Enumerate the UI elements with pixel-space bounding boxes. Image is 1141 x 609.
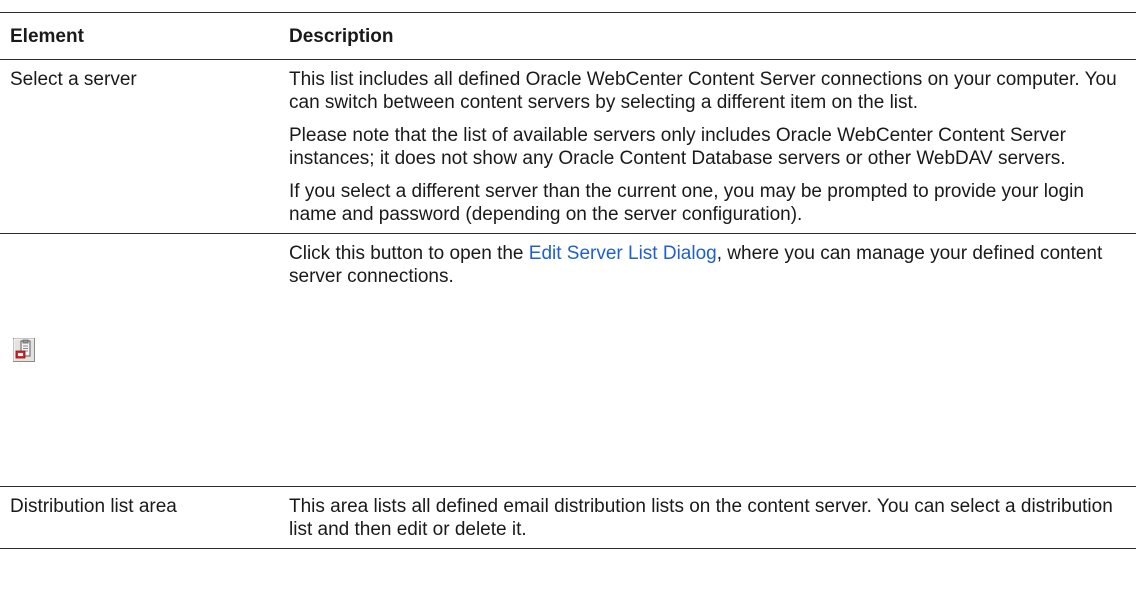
element-cell: Distribution list area <box>0 486 279 549</box>
table-row: Distribution list area This area lists a… <box>0 486 1136 549</box>
table-header-row: Element Description <box>0 12 1136 60</box>
edit-server-list-icon[interactable] <box>13 338 35 362</box>
element-description-table: Element Description Select a server This… <box>0 12 1136 549</box>
description-cell: Click this button to open the Edit Serve… <box>279 233 1136 487</box>
description-paragraph: If you select a different server than th… <box>289 181 1084 225</box>
element-cell: Select a server <box>0 59 279 234</box>
table-row: Select a server This list includes all d… <box>0 59 1136 234</box>
column-header-element: Element <box>0 12 279 60</box>
edit-server-list-dialog-link[interactable]: Edit Server List Dialog <box>529 243 717 264</box>
element-cell <box>0 233 279 487</box>
description-text: Click this button to open the <box>289 243 529 264</box>
description-cell: This list includes all defined Oracle We… <box>279 59 1136 234</box>
description-paragraph: This list includes all defined Oracle We… <box>289 69 1117 113</box>
description-paragraph: This area lists all defined email distri… <box>289 496 1113 540</box>
table-row: Click this button to open the Edit Serve… <box>0 233 1136 487</box>
column-header-description: Description <box>279 12 1136 60</box>
description-paragraph: Please note that the list of available s… <box>289 125 1066 169</box>
description-cell: This area lists all defined email distri… <box>279 486 1136 549</box>
